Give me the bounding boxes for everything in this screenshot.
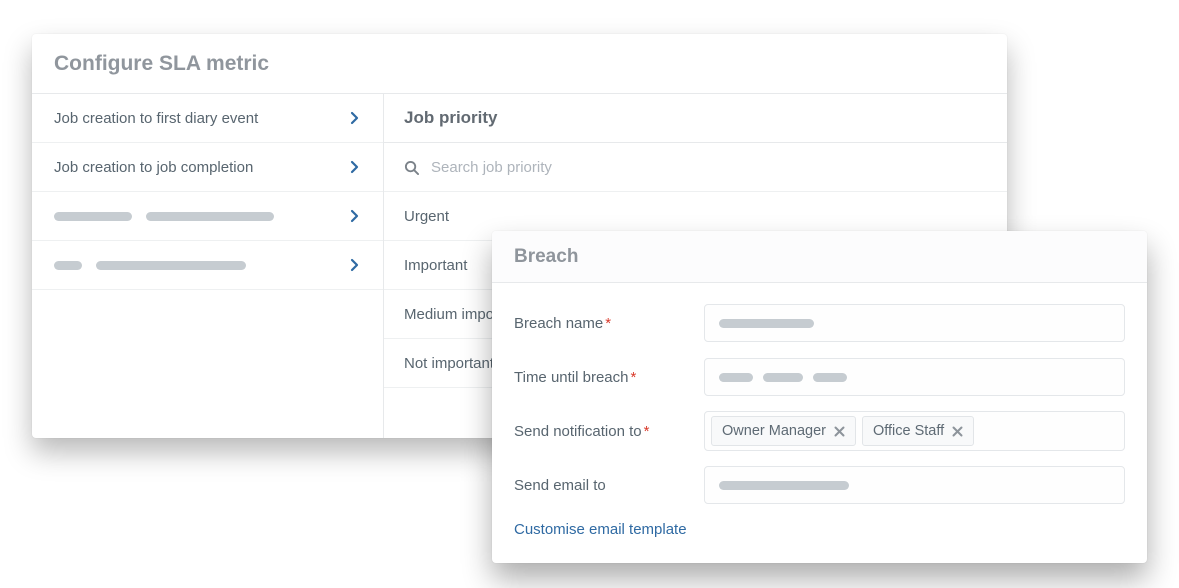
search-row [384, 143, 1007, 192]
time-until-breach-field[interactable] [704, 358, 1125, 396]
section-title: Job priority [384, 94, 1007, 143]
placeholder-text [813, 373, 847, 382]
placeholder-text [719, 373, 753, 382]
chevron-right-icon [347, 209, 361, 223]
list-item[interactable]: Job creation to first diary event [32, 94, 383, 143]
sla-metric-list: Job creation to first diary event Job cr… [32, 94, 384, 438]
chevron-right-icon [347, 160, 361, 174]
list-item-label: Urgent [404, 208, 449, 225]
send-email-field[interactable] [704, 466, 1125, 504]
recipient-tag[interactable]: Owner Manager [711, 416, 856, 446]
placeholder-text [763, 373, 803, 382]
tag-label: Office Staff [873, 423, 944, 439]
list-item-label: Important [404, 257, 467, 274]
send-notification-label: Send notification to* [514, 423, 704, 440]
breach-name-label: Breach name* [514, 315, 704, 332]
placeholder-text [719, 319, 814, 328]
section-title-text: Job priority [404, 108, 498, 128]
close-icon[interactable] [834, 426, 845, 437]
list-item[interactable]: Job creation to job completion [32, 143, 383, 192]
list-item-label: Job creation to first diary event [54, 110, 258, 127]
list-item[interactable] [32, 192, 383, 241]
panel-title-text: Breach [514, 246, 578, 268]
tag-label: Owner Manager [722, 423, 826, 439]
send-email-label: Send email to [514, 477, 704, 494]
time-until-breach-label: Time until breach* [514, 369, 704, 386]
recipient-tag[interactable]: Office Staff [862, 416, 974, 446]
required-mark: * [631, 369, 637, 386]
breach-name-field[interactable] [704, 304, 1125, 342]
chevron-right-icon [347, 111, 361, 125]
placeholder-text [54, 212, 274, 221]
close-icon[interactable] [952, 426, 963, 437]
chevron-right-icon [347, 258, 361, 272]
panel-title-text: Configure SLA metric [54, 52, 269, 76]
search-input[interactable] [429, 158, 987, 177]
customise-email-template-link[interactable]: Customise email template [514, 521, 687, 538]
panel-title: Configure SLA metric [32, 34, 1007, 94]
list-item-label: Not important [404, 355, 494, 372]
required-mark: * [605, 315, 611, 332]
list-item-label: Job creation to job completion [54, 159, 253, 176]
label-text: Time until breach [514, 369, 629, 386]
placeholder-text [719, 481, 849, 490]
label-text: Send notification to [514, 423, 642, 440]
send-notification-field[interactable]: Owner Manager Office Staff [704, 411, 1125, 451]
panel-title: Breach [492, 231, 1147, 283]
label-text: Breach name [514, 315, 603, 332]
list-item[interactable] [32, 241, 383, 290]
breach-panel: Breach Breach name* Time until breach* [492, 231, 1147, 563]
search-icon [404, 160, 419, 175]
placeholder-text [54, 261, 246, 270]
required-mark: * [644, 423, 650, 440]
label-text: Send email to [514, 477, 606, 494]
